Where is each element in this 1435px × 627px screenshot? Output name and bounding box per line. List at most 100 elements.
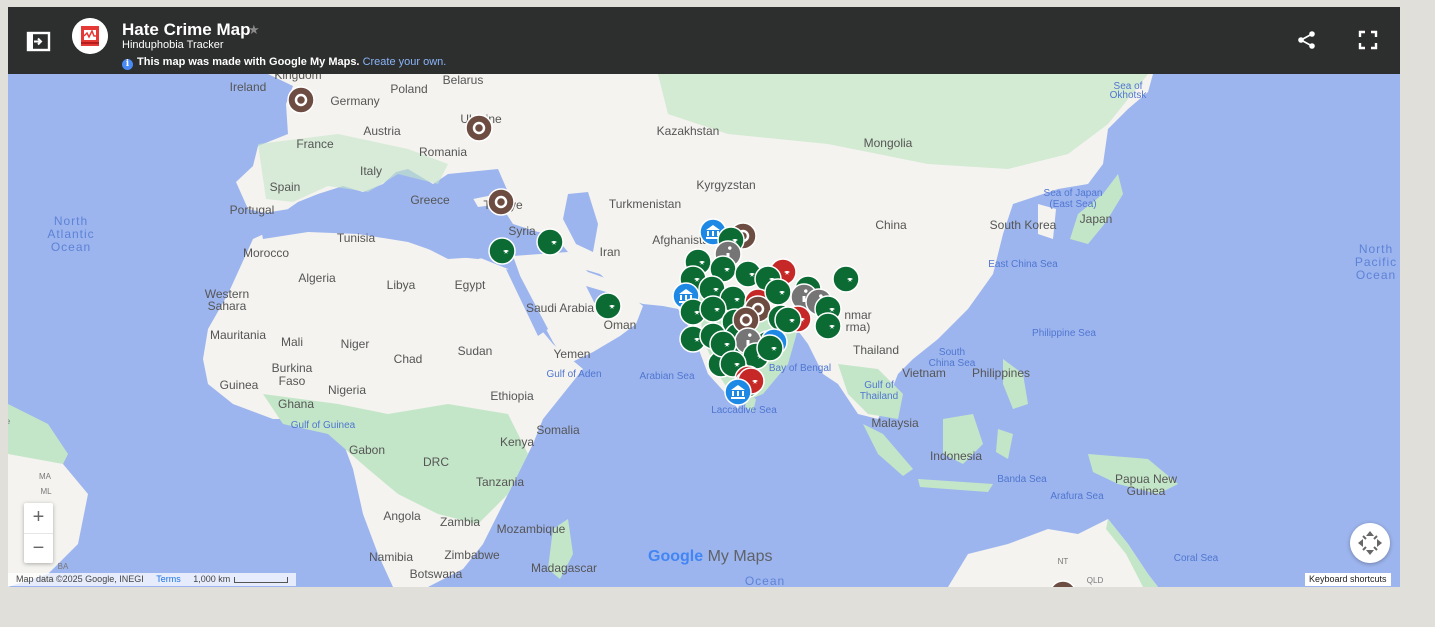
map-label: Mozambique (497, 522, 566, 536)
map-label: Faso (279, 374, 306, 388)
map-label: Atlantic (47, 227, 94, 241)
map-label: Mauritania (210, 328, 266, 342)
marker-brown[interactable] (487, 188, 515, 216)
map-label: Okhotsk (1110, 90, 1148, 101)
star-icon[interactable]: ★ (248, 22, 260, 38)
map-label: Thailand (860, 391, 898, 402)
info-icon: i (122, 59, 133, 70)
map-label: North (54, 214, 88, 228)
map-label: Guinea (1127, 484, 1166, 498)
map-label: QLD (1087, 576, 1104, 585)
map-label: Poland (390, 82, 427, 96)
map-label: Burkina (272, 361, 313, 375)
zoom-out-button[interactable]: − (24, 534, 53, 564)
map-label: Mali (281, 335, 303, 349)
map-label: (East Sea) (1049, 199, 1096, 210)
map-label: Romania (419, 145, 467, 159)
marker-green[interactable] (756, 334, 784, 362)
map-label: North (1359, 242, 1393, 256)
map-label: South (939, 347, 965, 358)
map-label: France (296, 137, 334, 151)
map-label: Ocean (745, 574, 785, 587)
map-label: East China Sea (988, 259, 1058, 270)
map-label: Ireland (230, 80, 267, 94)
fullscreen-icon[interactable] (1357, 29, 1379, 51)
marker-green[interactable] (774, 306, 802, 334)
map-label: Philippine Sea (1032, 328, 1096, 339)
map-footer: Map data ©2025 Google, INEGI Terms 1,000… (8, 573, 297, 586)
marker-brown[interactable] (287, 86, 315, 114)
map-label: Sea of Japan (1044, 188, 1103, 199)
marker-blue[interactable] (724, 378, 752, 406)
marker-green[interactable] (594, 292, 622, 320)
map-label: South Korea (990, 218, 1057, 232)
map-label: Oman (604, 318, 637, 332)
map-frame: Hate Crime Map ★ Hinduphobia Tracker i Th… (8, 7, 1400, 587)
map-label: Arabian Sea (639, 371, 694, 382)
create-your-own-link[interactable]: Create your own. (363, 56, 447, 68)
map-logo-icon (72, 18, 108, 54)
marker-green[interactable] (536, 228, 564, 256)
map-label: rma) (846, 320, 871, 334)
toggle-panel-icon[interactable] (24, 29, 54, 55)
map-label: Kyrgyzstan (696, 178, 755, 192)
map-label: Angola (383, 509, 421, 523)
marker-brown[interactable] (465, 114, 493, 142)
map-label: Turkmenistan (609, 197, 681, 211)
map-data-attribution: Map data ©2025 Google, INEGI (16, 574, 144, 584)
map-label: ML (40, 487, 52, 496)
map-title: Hate Crime Map (122, 20, 251, 39)
map-label: Ocean (51, 240, 91, 254)
map-label: Saudi Arabia (526, 301, 594, 315)
map-label: Portugal (230, 203, 275, 217)
map-label: Gabon (349, 443, 385, 457)
made-with-notice: i This map was made with Google My Maps. … (122, 56, 446, 70)
map-label: Sudan (458, 344, 493, 358)
recenter-icon[interactable] (1350, 523, 1390, 563)
map-label: Laccadive Sea (711, 405, 777, 416)
map-label: Belarus (443, 74, 484, 87)
map-label: Arafura Sea (1050, 491, 1104, 502)
map-label: Italy (360, 164, 382, 178)
terms-link[interactable]: Terms (156, 574, 181, 584)
made-with-text: This map was made with Google My Maps. (137, 56, 360, 68)
map-label: Pacific (1355, 255, 1397, 269)
map-label: Gulf of (864, 380, 894, 391)
map-label: Egypt (455, 278, 486, 292)
map-label: Yemen (554, 347, 591, 361)
map-canvas[interactable]: BelarusPolandIrelandKingdomGermanyUkrain… (8, 74, 1400, 587)
google-logo-text: Google (648, 548, 704, 565)
map-label: Japan (1080, 212, 1113, 226)
map-label: Ethiopia (490, 389, 534, 403)
map-label: Zimbabwe (444, 548, 500, 562)
map-label: Banda Sea (997, 474, 1047, 485)
zoom-in-button[interactable]: + (24, 503, 53, 533)
map-label: Ghana (278, 397, 314, 411)
map-label: Nigeria (328, 383, 366, 397)
marker-green[interactable] (832, 265, 860, 293)
map-label: Bay of Bengal (769, 363, 831, 374)
map-label: Namibia (369, 550, 413, 564)
scale-bar (234, 577, 289, 583)
map-label: Guinea (220, 378, 259, 392)
map-label: DRC (423, 455, 449, 469)
map-header: Hate Crime Map ★ Hinduphobia Tracker i Th… (8, 7, 1400, 74)
map-label: China (875, 218, 907, 232)
map-label: Spain (270, 180, 301, 194)
zoom-control: + − (24, 503, 53, 563)
map-label: MA (39, 472, 52, 481)
google-my-maps-logo: Google My Maps (648, 548, 772, 566)
map-label: Tanzania (476, 475, 524, 489)
map-label: Germany (330, 94, 379, 108)
map-label: NT (1058, 557, 1069, 566)
marker-green[interactable] (814, 312, 842, 340)
map-label: Austria (363, 124, 401, 138)
marker-green[interactable] (488, 237, 516, 265)
map-label: Mongolia (864, 136, 913, 150)
share-icon[interactable] (1296, 29, 1318, 51)
map-subtitle: Hinduphobia Tracker (122, 39, 224, 51)
keyboard-shortcuts-button[interactable]: Keyboard shortcuts (1305, 573, 1391, 586)
scale-label: 1,000 km (193, 574, 231, 584)
map-label: Zambia (440, 515, 480, 529)
map-label: Somalia (536, 423, 580, 437)
